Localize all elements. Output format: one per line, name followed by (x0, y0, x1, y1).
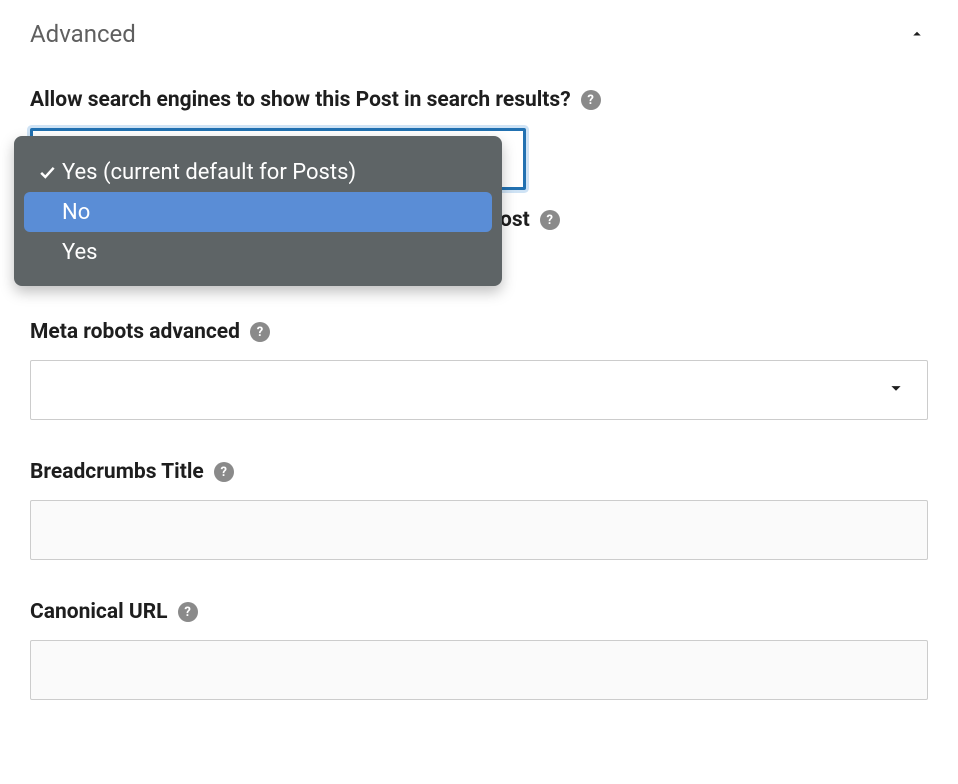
dropdown-option-no[interactable]: No (24, 192, 492, 232)
breadcrumbs-label-text: Breadcrumbs Title (30, 460, 204, 484)
check-icon (32, 162, 62, 182)
dropdown-option-label: No (62, 200, 90, 225)
allow-search-dropdown: Yes (current default for Posts) No Yes (14, 136, 502, 286)
breadcrumbs-label: Breadcrumbs Title ? (30, 460, 234, 484)
follow-links-label-suffix: ost (500, 208, 530, 232)
help-icon[interactable]: ? (250, 322, 270, 342)
meta-robots-field-group: Meta robots advanced ? (30, 320, 928, 420)
dropdown-option-label: Yes (current default for Posts) (62, 160, 356, 185)
follow-links-label-partial: ost ? (500, 208, 560, 232)
canonical-url-input[interactable] (30, 640, 928, 700)
help-icon[interactable]: ? (540, 210, 560, 230)
canonical-url-field-group: Canonical URL ? (30, 600, 928, 700)
canonical-url-label: Canonical URL ? (30, 600, 198, 624)
meta-robots-label-text: Meta robots advanced (30, 320, 240, 344)
canonical-url-label-text: Canonical URL (30, 600, 168, 624)
help-icon[interactable]: ? (178, 602, 198, 622)
advanced-panel-header[interactable]: Advanced (30, 20, 928, 48)
breadcrumbs-input[interactable] (30, 500, 928, 560)
breadcrumbs-field-group: Breadcrumbs Title ? (30, 460, 928, 560)
allow-search-label: Allow search engines to show this Post i… (30, 88, 601, 112)
meta-robots-label: Meta robots advanced ? (30, 320, 270, 344)
help-icon[interactable]: ? (214, 462, 234, 482)
advanced-panel: Advanced Allow search engines to show th… (0, 0, 958, 750)
dropdown-option-yes[interactable]: Yes (24, 232, 492, 272)
allow-search-label-text: Allow search engines to show this Post i… (30, 88, 571, 112)
chevron-up-icon (906, 23, 928, 45)
allow-search-field-group: Allow search engines to show this Post i… (30, 88, 928, 280)
help-icon[interactable]: ? (581, 90, 601, 110)
panel-title: Advanced (30, 20, 136, 48)
meta-robots-select[interactable] (30, 360, 928, 420)
allow-search-select-wrapper: Yes (current default for Posts) No Yes (30, 128, 928, 190)
chevron-down-icon (885, 377, 907, 404)
dropdown-option-default-yes[interactable]: Yes (current default for Posts) (24, 152, 492, 192)
dropdown-option-label: Yes (62, 240, 98, 265)
